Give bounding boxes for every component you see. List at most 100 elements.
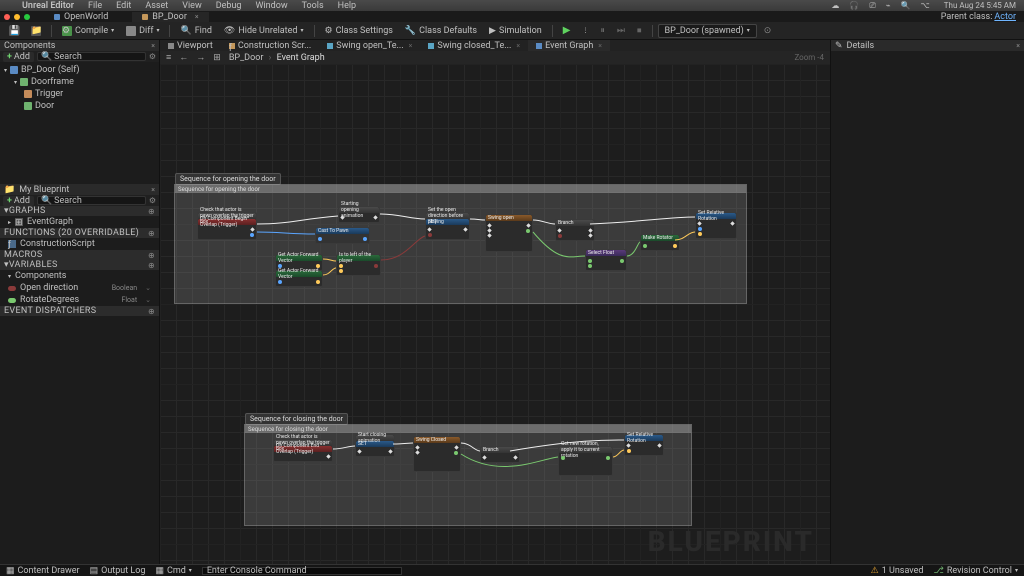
node-is-closing[interactable]: Start closing animationSET xyxy=(355,434,395,457)
graphs-section-header[interactable]: ▾Graphs⊕ xyxy=(0,206,159,216)
close-icon[interactable]: × xyxy=(598,42,602,50)
component-door[interactable]: Door xyxy=(4,100,155,112)
add-macro-icon[interactable]: ⊕ xyxy=(148,251,155,260)
window-zoom-icon[interactable] xyxy=(24,14,30,20)
menu-file[interactable]: File xyxy=(88,1,102,11)
wifi-icon[interactable]: ⌁ xyxy=(886,1,891,10)
window-close-icon[interactable] xyxy=(4,14,10,20)
locate-button[interactable]: ⊙ xyxy=(759,24,777,38)
yaw-pin[interactable] xyxy=(643,244,647,248)
cmd-selector[interactable]: ▦Cmd▾ xyxy=(155,566,191,576)
exec-in[interactable] xyxy=(626,443,630,447)
spotlight-icon[interactable]: 🔍 xyxy=(901,1,911,10)
tab-close-icon[interactable]: × xyxy=(195,13,199,21)
variables-section-header[interactable]: ▾Variables⊕ xyxy=(0,260,159,270)
tab-level[interactable]: OpenWorld xyxy=(44,12,118,22)
stop-button[interactable]: ⏹ xyxy=(632,24,647,38)
pause-button[interactable]: ⏸ xyxy=(595,24,610,38)
menu-debug[interactable]: Debug xyxy=(216,1,242,11)
node-end-overlap[interactable]: Check that actor is pawn overlap the tri… xyxy=(273,439,333,462)
headphones-icon[interactable]: 🎧 xyxy=(849,1,859,10)
chevron-down-icon[interactable]: ⌄ xyxy=(145,296,151,304)
vec-pin[interactable] xyxy=(339,264,343,268)
display-icon[interactable]: ⎚ xyxy=(869,1,875,11)
browse-button[interactable]: 📁 xyxy=(26,24,46,38)
step-button[interactable]: ⏭ xyxy=(612,24,630,38)
add-new-button[interactable]: +Add xyxy=(3,196,34,206)
app-name[interactable]: Unreal Editor xyxy=(22,1,74,11)
parent-class-link[interactable]: Actor xyxy=(994,12,1016,22)
node-branch2[interactable]: Get new rotation, apply it to current ro… xyxy=(558,446,613,476)
home-button[interactable]: ⊞ xyxy=(213,53,221,63)
find-button[interactable]: 🔍Find xyxy=(175,24,216,38)
node-timeline-close[interactable]: Swing Closed xyxy=(413,436,461,472)
rot-pin[interactable] xyxy=(627,449,631,453)
bool-pin[interactable] xyxy=(374,264,378,268)
compile-button[interactable]: ⚙Compile▾ xyxy=(57,24,119,38)
expand-icon[interactable]: ▸ xyxy=(8,219,11,226)
node-branch-close[interactable]: Branch xyxy=(480,446,520,463)
node-cast-pawn[interactable]: Cast To Pawn xyxy=(315,227,370,244)
window-minimize-icon[interactable] xyxy=(14,14,20,20)
graph-canvas[interactable]: BLUEPRINT Sequence for opening the door … xyxy=(160,64,830,564)
diff-button[interactable]: Diff▾ xyxy=(121,24,164,38)
dispatchers-section-header[interactable]: Event Dispatchers⊕ xyxy=(0,306,159,316)
class-defaults-button[interactable]: 🔧Class Defaults xyxy=(400,24,482,38)
myblueprint-panel-header[interactable]: 📁 My Blueprint × xyxy=(0,184,159,195)
object-pin-in[interactable] xyxy=(318,237,322,241)
components-panel-header[interactable]: Components × xyxy=(0,40,159,51)
true-pin[interactable] xyxy=(513,455,517,459)
object-pin[interactable] xyxy=(250,233,254,237)
false-pin[interactable] xyxy=(588,233,592,237)
functions-section-header[interactable]: Functions (20 Overridable)⊕ xyxy=(0,228,159,238)
rot-pin[interactable] xyxy=(673,244,677,248)
comment-header[interactable]: Sequence for closing the door xyxy=(245,425,691,433)
node-set-open-dir[interactable]: Set the open direction before playingSET xyxy=(425,212,470,240)
icloud-icon[interactable]: ☁ xyxy=(831,1,839,10)
float-pin[interactable] xyxy=(526,229,530,233)
node-set-rotation-close[interactable]: Set Relative Rotation xyxy=(624,434,664,456)
tab-viewport[interactable]: Viewport xyxy=(160,40,221,51)
close-icon[interactable]: × xyxy=(151,186,155,194)
exec-out[interactable] xyxy=(326,454,330,458)
clock[interactable]: Thu Aug 24 5:45 AM xyxy=(944,1,1016,10)
exec-in[interactable] xyxy=(482,455,486,459)
play-button[interactable]: ▶ xyxy=(558,23,576,38)
float-pin[interactable] xyxy=(454,451,458,455)
result-pin[interactable] xyxy=(620,259,624,263)
forward-button[interactable]: → xyxy=(196,52,205,63)
comment-header[interactable]: Sequence for opening the door xyxy=(175,185,746,193)
component-root[interactable]: ▾BP_Door (Self) xyxy=(4,64,155,76)
macros-section-header[interactable]: Macros⊕ xyxy=(0,250,159,260)
target-pin[interactable] xyxy=(278,280,282,284)
exec-out[interactable] xyxy=(730,221,734,225)
b-pin[interactable] xyxy=(588,264,592,268)
node-select-float[interactable]: Select Float xyxy=(585,249,627,271)
menu-tools[interactable]: Tools xyxy=(302,1,324,11)
back-button[interactable]: ← xyxy=(179,52,188,63)
save-button[interactable]: 💾 xyxy=(4,24,24,38)
vector-pin[interactable] xyxy=(316,280,320,284)
target-pin[interactable] xyxy=(698,227,702,231)
tab-timeline-open[interactable]: Swing open_Te...× xyxy=(319,40,420,51)
exec-out[interactable] xyxy=(657,443,661,447)
debug-target-selector[interactable]: BP_Door (spawned) ▾ xyxy=(658,24,757,38)
gear-icon[interactable]: ⚙ xyxy=(149,52,156,61)
target-pin[interactable] xyxy=(278,264,282,268)
content-drawer-button[interactable]: ▦Content Drawer xyxy=(6,566,80,576)
add-dispatcher-icon[interactable]: ⊕ xyxy=(148,307,155,316)
construction-script-item[interactable]: ƒConstructionScript xyxy=(0,238,159,250)
tab-event-graph[interactable]: Event Graph× xyxy=(528,40,610,51)
exec-out[interactable] xyxy=(388,449,392,453)
node-make-rotator[interactable]: Make Rotator xyxy=(640,234,680,251)
cond-pin[interactable] xyxy=(558,234,562,238)
update-pin[interactable] xyxy=(526,223,530,227)
add-component-button[interactable]: +Add xyxy=(3,52,34,62)
node-begin-overlap[interactable]: Check that actor is pawn overlap the tri… xyxy=(197,212,257,240)
node-is-opening[interactable]: Starting opening animation xyxy=(338,206,380,223)
breadcrumb-asset[interactable]: BP_Door xyxy=(229,53,264,63)
expand-icon[interactable]: ▾ xyxy=(8,273,11,280)
menu-help[interactable]: Help xyxy=(338,1,356,11)
play-pin[interactable] xyxy=(487,223,491,227)
variable-rotate-degrees[interactable]: RotateDegreesFloat⌄ xyxy=(0,294,159,306)
